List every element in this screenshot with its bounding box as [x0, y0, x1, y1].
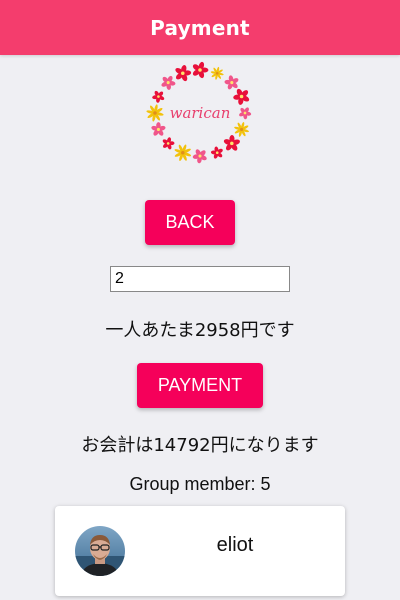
wreath-flower	[151, 122, 166, 136]
wreath-flower	[223, 135, 240, 151]
wreath-flower	[162, 137, 175, 150]
payment-button[interactable]: PAYMENT	[137, 363, 263, 408]
flower-wreath-icon: warican	[146, 61, 252, 164]
back-button[interactable]: BACK	[145, 200, 235, 245]
member-name: eliot	[216, 534, 254, 556]
wreath-flower	[192, 149, 207, 164]
app-header: Payment	[0, 0, 400, 55]
wreath-flower	[233, 88, 250, 105]
page-title: Payment	[150, 15, 250, 40]
wreath-flower	[174, 144, 192, 161]
member-card[interactable]: eliot	[55, 506, 345, 596]
wreath-flower	[146, 104, 164, 122]
wreath-flower	[224, 75, 239, 90]
wreath-flower	[192, 61, 209, 79]
wreath-flower	[161, 75, 176, 90]
per-person-amount: 一人あたま2958円です	[105, 320, 295, 341]
wreath-flower	[175, 65, 192, 82]
wreath-flower	[152, 90, 165, 103]
logo-text: warican	[170, 104, 231, 122]
waricant-logo: warican	[140, 56, 260, 170]
wreath-flower	[210, 146, 223, 159]
total-amount: お会計は14792円になります	[81, 435, 319, 456]
member-count-input[interactable]	[110, 266, 290, 292]
wreath-flower	[210, 66, 224, 80]
wreath-flower	[239, 107, 252, 120]
wreath-flower	[234, 122, 249, 137]
group-member-count: Group member: 5	[129, 474, 271, 494]
person-avatar-icon	[75, 526, 125, 576]
